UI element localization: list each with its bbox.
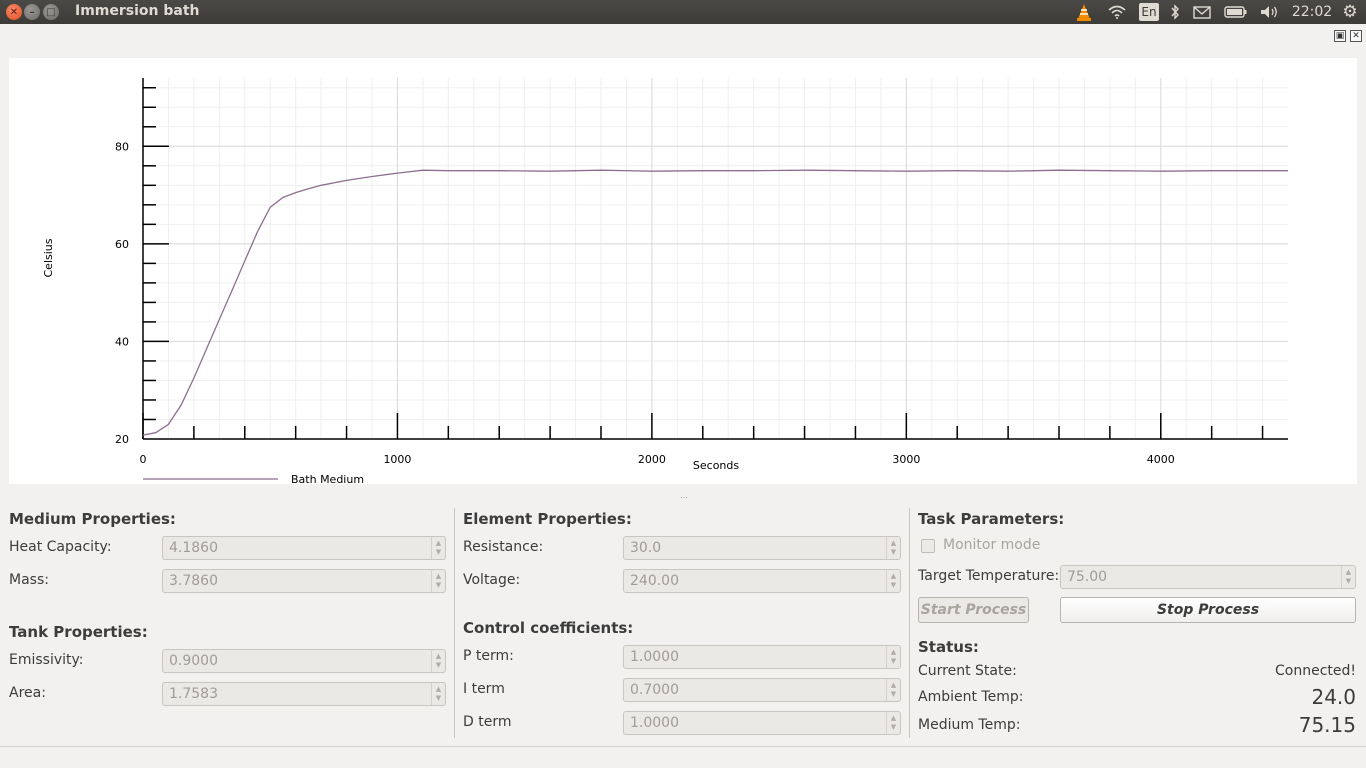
vlc-cone-icon[interactable] <box>1073 0 1095 24</box>
session-gear-icon[interactable]: ⚙ <box>1340 0 1360 24</box>
control-coefficients-title: Control coefficients: <box>463 619 634 637</box>
element-properties-title: Element Properties: <box>463 510 632 528</box>
voltage-label: Voltage: <box>463 572 521 588</box>
medium-temp-value: 75.15 <box>1298 713 1356 737</box>
y-tick-label: 20 <box>115 433 129 446</box>
x-tick-label: 4000 <box>1147 453 1175 466</box>
resistance-spinbox[interactable]: 30.0 ▲ ▼ <box>623 536 901 560</box>
y-axis-label: Celsius <box>42 238 55 277</box>
window-minimize-button[interactable]: – <box>24 4 40 20</box>
i-term-value: 0.7000 <box>630 682 679 698</box>
current-state-label: Current State: <box>918 663 1017 679</box>
window-close-button[interactable]: ✕ <box>6 4 22 20</box>
window-maximize-button[interactable]: □ <box>43 4 59 20</box>
target-temperature-label: Target Temperature: <box>918 568 1060 584</box>
d-term-value: 1.0000 <box>630 715 679 731</box>
start-process-button[interactable]: Start Process <box>918 597 1029 623</box>
medium-temp-label: Medium Temp: <box>918 717 1021 733</box>
keyboard-layout-indicator[interactable]: En <box>1139 3 1159 21</box>
area-label: Area: <box>9 685 46 701</box>
monitor-mode-checkbox[interactable] <box>921 539 935 553</box>
heat-capacity-value: 4.1860 <box>169 540 218 556</box>
p-term-spinbox[interactable]: 1.0000 ▲ ▼ <box>623 645 901 669</box>
wifi-icon[interactable] <box>1106 0 1128 24</box>
heat-capacity-label: Heat Capacity: <box>9 539 112 555</box>
window-title: Immersion bath <box>75 3 200 19</box>
spin-arrows-icon[interactable]: ▲ ▼ <box>886 570 900 592</box>
d-term-spinbox[interactable]: 1.0000 ▲ ▼ <box>623 711 901 735</box>
task-parameters-title: Task Parameters: <box>918 510 1065 528</box>
spin-arrows-icon[interactable]: ▲ ▼ <box>1341 566 1355 588</box>
mail-icon[interactable] <box>1190 0 1214 24</box>
voltage-value: 240.00 <box>630 573 679 589</box>
monitor-mode-label: Monitor mode <box>943 537 1041 553</box>
clock-label[interactable]: 22:02 <box>1290 0 1334 24</box>
area-value: 1.7583 <box>169 686 218 702</box>
medium-properties-title: Medium Properties: <box>9 510 176 528</box>
spin-arrows-icon[interactable]: ▲ ▼ <box>886 537 900 559</box>
spin-arrows-icon[interactable]: ▲ ▼ <box>886 712 900 734</box>
spin-arrows-icon[interactable]: ▲ ▼ <box>431 570 445 592</box>
status-title: Status: <box>918 638 979 656</box>
ambient-temp-value: 24.0 <box>1311 685 1356 709</box>
volume-icon[interactable] <box>1258 0 1282 24</box>
spin-arrows-icon[interactable]: ▲ ▼ <box>431 650 445 672</box>
target-temperature-spinbox[interactable]: 75.00 ▲ ▼ <box>1060 565 1356 589</box>
tank-properties-title: Tank Properties: <box>9 623 148 641</box>
stop-process-button[interactable]: Stop Process <box>1060 597 1356 623</box>
dock-controls: ▣ ✕ <box>1334 30 1362 42</box>
mass-spinbox[interactable]: 3.7860 ▲ ▼ <box>162 569 446 593</box>
d-term-label: D term <box>463 714 512 730</box>
target-temperature-value: 75.00 <box>1067 569 1108 585</box>
spin-arrows-icon[interactable]: ▲ ▼ <box>886 679 900 701</box>
voltage-spinbox[interactable]: 240.00 ▲ ▼ <box>623 569 901 593</box>
emissivity-value: 0.9000 <box>169 653 218 669</box>
top-bar: ✕ – □ Immersion bath En 22:02 ⚙ <box>0 0 1366 24</box>
y-tick-label: 40 <box>115 335 129 348</box>
chart-svg: 0 1000 2000 3000 4000 20 40 60 80 Seconds Celsius B… <box>42 78 1288 484</box>
close-icon[interactable]: ✕ <box>1350 30 1362 42</box>
emissivity-label: Emissivity: <box>9 652 84 668</box>
emissivity-spinbox[interactable]: 0.9000 ▲ ▼ <box>162 649 446 673</box>
y-tick-label: 80 <box>115 140 129 153</box>
area-spinbox[interactable]: 1.7583 ▲ ▼ <box>162 682 446 706</box>
mass-label: Mass: <box>9 572 49 588</box>
temperature-chart: 0 1000 2000 3000 4000 20 40 60 80 Seconds Celsius B… <box>9 58 1357 484</box>
splitter-handle[interactable]: ⋯ <box>680 493 689 502</box>
x-axis-label: Seconds <box>693 459 739 472</box>
current-state-value: Connected! <box>1275 663 1356 679</box>
spin-arrows-icon[interactable]: ▲ ▼ <box>431 683 445 705</box>
spin-arrows-icon[interactable]: ▲ ▼ <box>886 646 900 668</box>
p-term-value: 1.0000 <box>630 649 679 665</box>
heat-capacity-spinbox[interactable]: 4.1860 ▲ ▼ <box>162 536 446 560</box>
y-tick-label: 60 <box>115 238 129 251</box>
ambient-temp-label: Ambient Temp: <box>918 689 1024 705</box>
x-tick-label: 3000 <box>892 453 920 466</box>
legend-label: Bath Medium <box>291 473 364 484</box>
spin-arrows-icon[interactable]: ▲ ▼ <box>431 537 445 559</box>
column-divider <box>454 508 455 738</box>
mass-value: 3.7860 <box>169 573 218 589</box>
status-bar-divider <box>0 746 1366 747</box>
column-divider <box>909 508 910 738</box>
x-tick-label: 1000 <box>383 453 411 466</box>
x-tick-label: 0 <box>140 453 147 466</box>
resistance-value: 30.0 <box>630 540 662 556</box>
bluetooth-icon[interactable] <box>1168 0 1182 24</box>
resistance-label: Resistance: <box>463 539 544 555</box>
battery-icon[interactable] <box>1222 0 1250 24</box>
p-term-label: P term: <box>463 648 514 664</box>
x-tick-label: 2000 <box>638 453 666 466</box>
i-term-label: I term <box>463 681 505 697</box>
i-term-spinbox[interactable]: 0.7000 ▲ ▼ <box>623 678 901 702</box>
float-icon[interactable]: ▣ <box>1334 30 1346 42</box>
